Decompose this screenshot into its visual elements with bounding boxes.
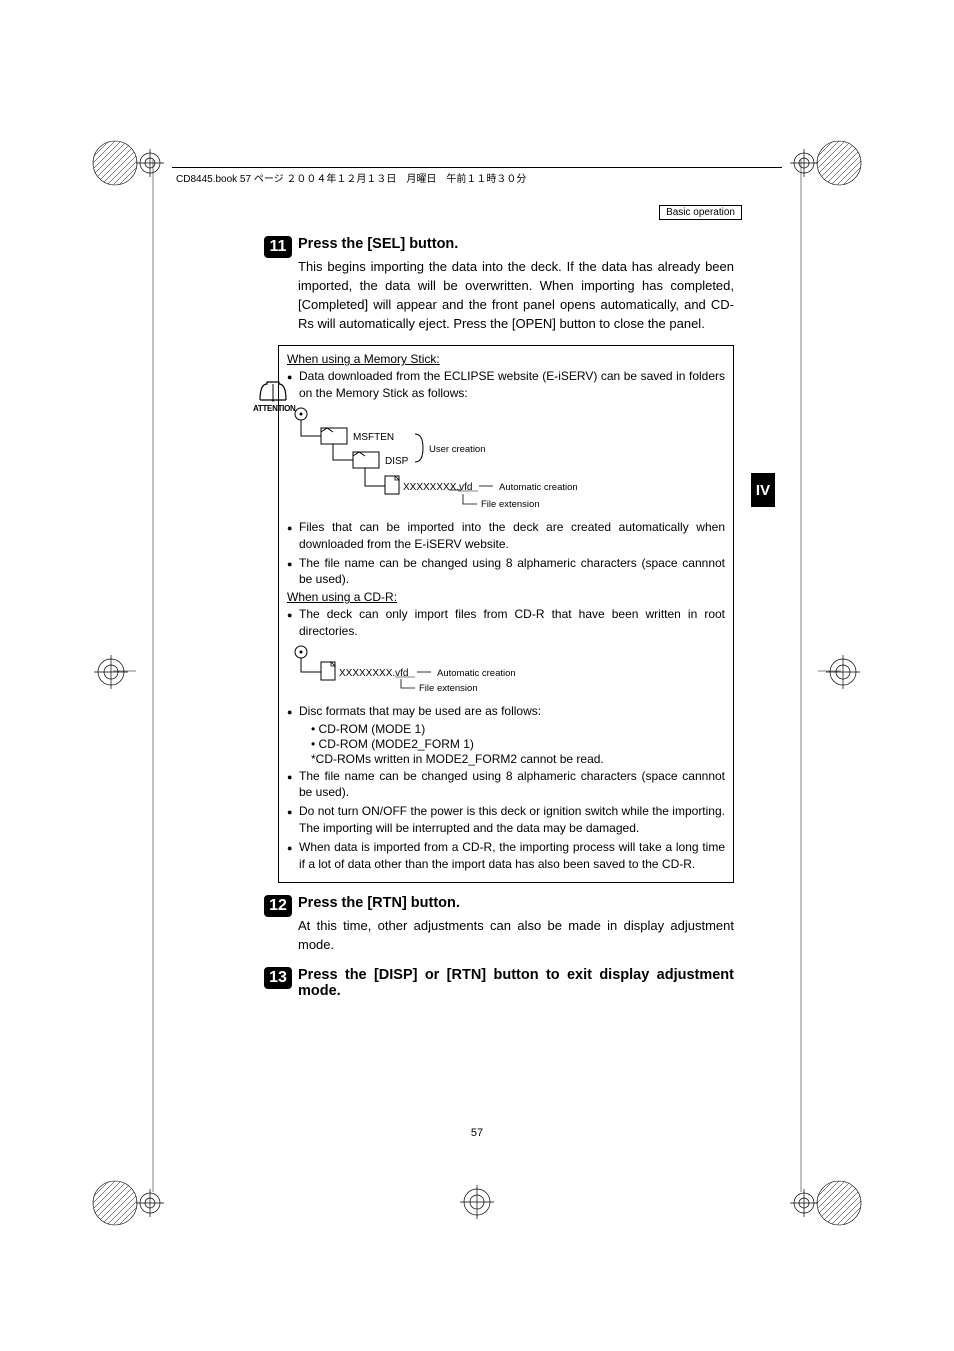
note-bullet: Files that can be imported into the deck… xyxy=(287,519,725,553)
register-mark-icon xyxy=(136,1189,164,1217)
crop-mark-icon xyxy=(91,139,139,187)
svg-text:XXXXXXXX.vfd: XXXXXXXX.vfd xyxy=(339,668,408,679)
folder-diagram: MSFTEN DISP User creation XXXXXXXX.vfd xyxy=(293,406,725,513)
note-bullet: Do not turn ON/OFF the power is this dec… xyxy=(287,803,725,837)
folder-diagram: XXXXXXXX.vfd Automatic creation File ext… xyxy=(293,644,725,697)
note-bullet: When data is imported from a CD-R, the i… xyxy=(287,839,725,873)
register-mark-icon xyxy=(790,149,818,177)
note-bullet: The file name can be changed using 8 alp… xyxy=(287,555,725,589)
note-bullet: The deck can only import files from CD-R… xyxy=(287,606,725,640)
svg-text:XXXXXXXX.vfd: XXXXXXXX.vfd xyxy=(403,482,472,493)
crop-mark-icon xyxy=(91,1179,139,1227)
note-subitem: • CD-ROM (MODE2_FORM 1) xyxy=(287,737,725,751)
register-mark-icon xyxy=(790,1189,818,1217)
step-body: This begins importing the data into the … xyxy=(298,258,734,333)
step-number: 11 xyxy=(264,236,292,258)
step-title: Press the [SEL] button. xyxy=(298,236,734,252)
register-mark-icon xyxy=(94,655,128,689)
note-bullet: Data downloaded from the ECLIPSE website… xyxy=(287,368,725,402)
note-subtitle: When using a Memory Stick: xyxy=(287,352,440,366)
step-title: Press the [DISP] or [RTN] button to exit… xyxy=(298,967,734,999)
register-mark-icon xyxy=(460,1185,494,1219)
step-number: 13 xyxy=(264,967,292,989)
attention-note-box: When using a Memory Stick: Data download… xyxy=(278,345,734,883)
register-mark-icon xyxy=(136,149,164,177)
svg-text:User creation: User creation xyxy=(429,444,486,455)
breadcrumb-box: Basic operation xyxy=(659,205,742,220)
header-text: CD8445.book 57 ページ ２００４年１２月１３日 月曜日 午前１１時… xyxy=(176,170,526,185)
svg-text:File extension: File extension xyxy=(481,499,540,510)
note-subitem: • CD-ROM (MODE 1) xyxy=(287,722,725,736)
crop-mark-icon xyxy=(815,139,863,187)
step-number: 12 xyxy=(264,895,292,917)
svg-text:File extension: File extension xyxy=(419,683,478,694)
header-rule xyxy=(172,167,782,168)
section-tab: IV xyxy=(751,473,775,507)
note-subtitle: When using a CD-R: xyxy=(287,590,397,604)
page-number: 57 xyxy=(0,1127,954,1139)
crop-mark-icon xyxy=(815,1179,863,1227)
note-subitem: *CD-ROMs written in MODE2_FORM2 cannot b… xyxy=(287,752,725,766)
step-body: At this time, other adjustments can also… xyxy=(298,917,734,955)
note-bullet: The file name can be changed using 8 alp… xyxy=(287,768,725,802)
svg-text:DISP: DISP xyxy=(385,456,409,467)
svg-text:Automatic creation: Automatic creation xyxy=(437,668,516,679)
register-mark-icon xyxy=(826,655,860,689)
step-title: Press the [RTN] button. xyxy=(298,895,734,911)
svg-text:Automatic creation: Automatic creation xyxy=(499,482,578,493)
note-bullet: Disc formats that may be used are as fol… xyxy=(287,703,725,720)
svg-text:MSFTEN: MSFTEN xyxy=(353,432,394,443)
